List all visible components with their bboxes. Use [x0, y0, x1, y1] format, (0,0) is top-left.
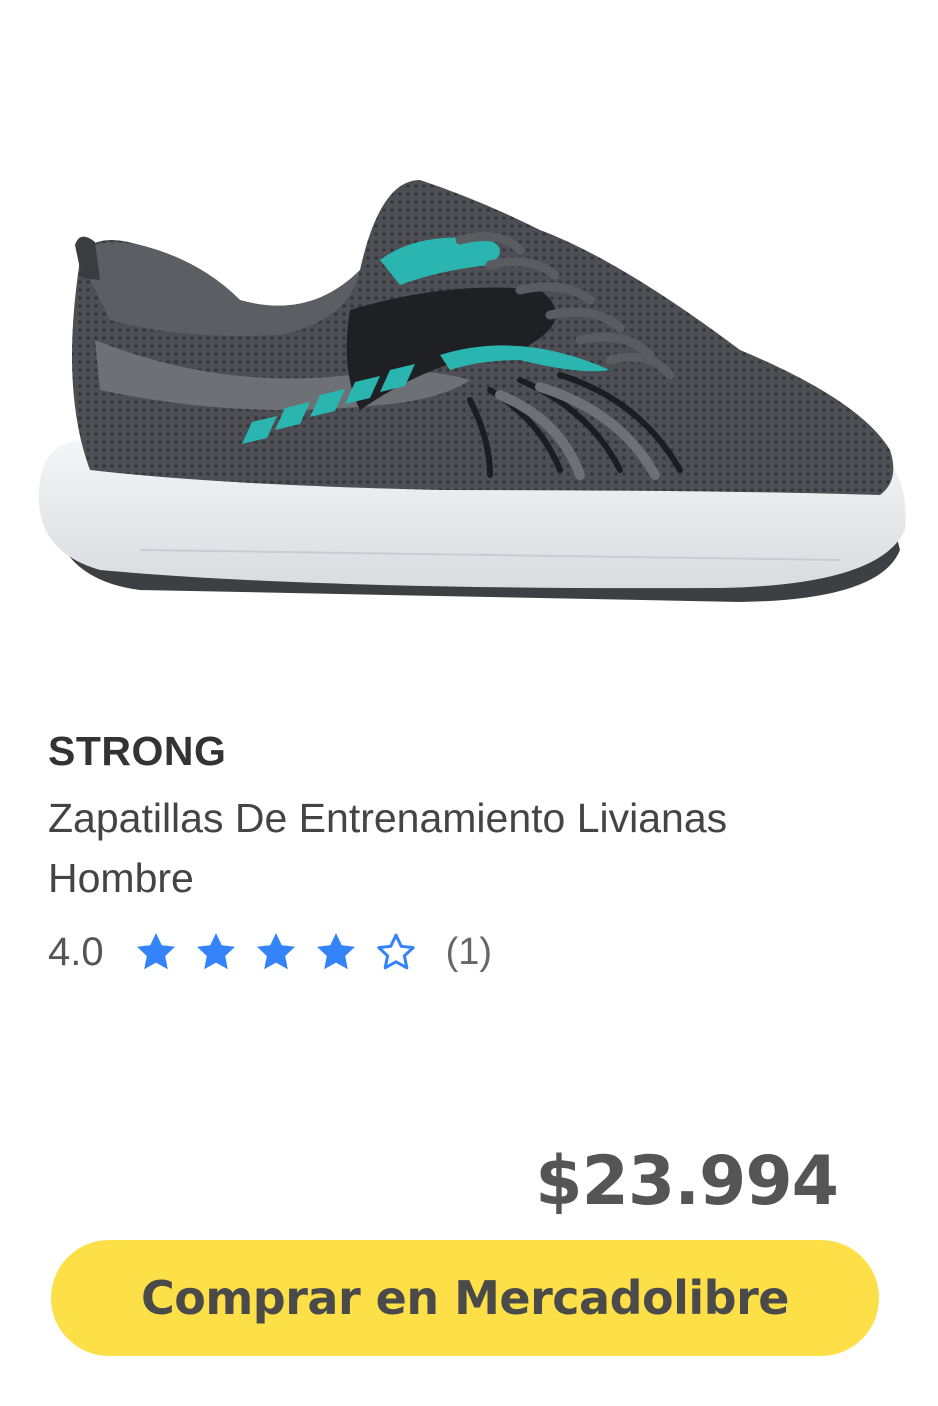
review-count[interactable]: (1) [446, 931, 492, 974]
buy-on-mercadolibre-button[interactable]: Comprar en Mercadolibre [51, 1240, 879, 1356]
star-filled-icon [312, 928, 360, 976]
star-empty-icon [372, 928, 420, 976]
rating-value: 4.0 [48, 929, 104, 974]
star-filled-icon [132, 928, 180, 976]
brand-name: STRONG [48, 728, 227, 774]
rating-stars [132, 928, 420, 976]
product-card[interactable]: STRONG Zapatillas De Entrenamiento Livia… [0, 0, 938, 1406]
rating-row: 4.0 (1) [48, 922, 492, 982]
price: $23.994 [535, 1142, 839, 1221]
star-filled-icon [252, 928, 300, 976]
product-image[interactable] [20, 150, 920, 620]
star-filled-icon [192, 928, 240, 976]
product-title[interactable]: Zapatillas De Entrenamiento Livianas Hom… [48, 788, 868, 908]
sneaker-image [38, 180, 906, 602]
